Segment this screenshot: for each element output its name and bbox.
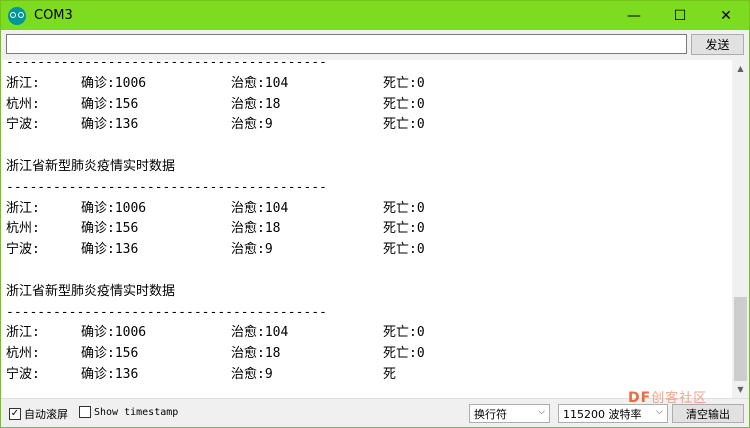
- output-separator: ----------------------------------------…: [6, 304, 327, 320]
- confirmed-cell: 确诊:136: [81, 242, 139, 258]
- confirmed-cell: 确诊:1006: [81, 200, 147, 216]
- output-data-row: 杭州: 确诊:156 治愈:18 死亡:0: [6, 95, 726, 116]
- recovered-cell: 治愈:9: [231, 366, 273, 382]
- deaths-cell: 死: [383, 366, 397, 382]
- region-cell: 杭州:: [6, 96, 40, 112]
- clear-output-button[interactable]: 清空输出: [672, 404, 744, 423]
- line-ending-select[interactable]: 换行符 ⌵: [469, 404, 550, 423]
- region-cell: 杭州:: [6, 346, 40, 362]
- region-cell: 宁波:: [6, 242, 40, 258]
- output-data-row: 杭州: 确诊:156 治愈:18 死亡:0: [6, 219, 726, 240]
- output-blank-line: [6, 136, 726, 157]
- output-separator: ----------------------------------------…: [6, 60, 327, 70]
- send-bar: 发送: [1, 30, 749, 60]
- confirmed-cell: 确诊:156: [81, 346, 139, 362]
- timestamp-checkbox[interactable]: [79, 406, 91, 418]
- region-cell: 浙江:: [6, 325, 40, 341]
- region-cell: 宁波:: [6, 366, 40, 382]
- output-separator: ----------------------------------------…: [6, 179, 327, 195]
- autoscroll-label: 自动滚屏: [24, 408, 68, 421]
- recovered-cell: 治愈:104: [231, 200, 289, 216]
- minimize-button[interactable]: —: [611, 1, 657, 30]
- autoscroll-checkbox[interactable]: ✓: [9, 408, 21, 420]
- timestamp-toggle[interactable]: Show timestamp: [79, 406, 178, 418]
- confirmed-cell: 确诊:156: [81, 96, 139, 112]
- baud-rate-value: 115200 波特率: [563, 407, 642, 421]
- confirmed-cell: 确诊:136: [81, 117, 139, 133]
- serial-monitor-window: COM3 — ☐ ✕ 发送 --------------------------…: [0, 0, 750, 428]
- watermark-logo: DF创客社区: [628, 387, 707, 406]
- output-data-row: 杭州: 确诊:156 治愈:18 死亡:0: [6, 344, 726, 365]
- scroll-down-arrow-icon[interactable]: ▼: [732, 381, 749, 398]
- timestamp-label: Show timestamp: [94, 406, 179, 418]
- deaths-cell: 死亡:0: [383, 325, 425, 341]
- output-data-row: 宁波: 确诊:136 治愈:9 死: [6, 365, 726, 386]
- output-heading: 浙江省新型肺炎疫情实时数据: [6, 158, 176, 174]
- send-button[interactable]: 发送: [691, 34, 744, 55]
- output-data-row: 浙江: 确诊:1006 治愈:104 死亡:0: [6, 74, 726, 95]
- output-data-row: 宁波: 确诊:136 治愈:9 死亡:0: [6, 115, 726, 136]
- send-input[interactable]: [6, 34, 687, 54]
- baud-rate-select[interactable]: 115200 波特率 ⌵: [558, 404, 668, 423]
- serial-output-lines: ----------------------------------------…: [6, 60, 726, 386]
- confirmed-cell: 确诊:1006: [81, 75, 147, 91]
- recovered-cell: 治愈:18: [231, 221, 281, 237]
- title-bar[interactable]: COM3 — ☐ ✕: [1, 1, 749, 30]
- scrollbar-thumb[interactable]: [734, 297, 747, 381]
- serial-output[interactable]: ----------------------------------------…: [1, 60, 732, 398]
- line-ending-value: 换行符: [474, 407, 507, 421]
- region-cell: 杭州:: [6, 221, 40, 237]
- deaths-cell: 死亡:0: [383, 75, 425, 91]
- deaths-cell: 死亡:0: [383, 200, 425, 216]
- deaths-cell: 死亡:0: [383, 242, 425, 258]
- window-controls: — ☐ ✕: [611, 1, 749, 30]
- arduino-logo-icon: [8, 6, 26, 25]
- confirmed-cell: 确诊:1006: [81, 325, 147, 341]
- region-cell: 浙江:: [6, 75, 40, 91]
- output-heading: 浙江省新型肺炎疫情实时数据: [6, 283, 176, 299]
- window-title: COM3: [34, 8, 73, 23]
- deaths-cell: 死亡:0: [383, 96, 425, 112]
- deaths-cell: 死亡:0: [383, 117, 425, 133]
- output-blank-line: [6, 261, 726, 282]
- output-data-row: 宁波: 确诊:136 治愈:9 死亡:0: [6, 240, 726, 261]
- chevron-down-icon: ⌵: [538, 407, 545, 417]
- chevron-down-icon: ⌵: [656, 407, 663, 417]
- recovered-cell: 治愈:104: [231, 75, 289, 91]
- autoscroll-toggle[interactable]: ✓ 自动滚屏: [9, 406, 68, 422]
- scroll-up-arrow-icon[interactable]: ▲: [732, 60, 749, 77]
- recovered-cell: 治愈:9: [231, 117, 273, 133]
- output-scrollbar[interactable]: ▲ ▼: [732, 60, 749, 398]
- output-data-row: 浙江: 确诊:1006 治愈:104 死亡:0: [6, 199, 726, 220]
- deaths-cell: 死亡:0: [383, 346, 425, 362]
- confirmed-cell: 确诊:136: [81, 366, 139, 382]
- maximize-button[interactable]: ☐: [657, 1, 703, 30]
- recovered-cell: 治愈:9: [231, 242, 273, 258]
- recovered-cell: 治愈:18: [231, 96, 281, 112]
- region-cell: 浙江:: [6, 200, 40, 216]
- watermark-text: 创客社区: [651, 391, 708, 406]
- watermark-brand: DF: [628, 390, 652, 406]
- recovered-cell: 治愈:18: [231, 346, 281, 362]
- close-button[interactable]: ✕: [703, 1, 749, 30]
- deaths-cell: 死亡:0: [383, 221, 425, 237]
- region-cell: 宁波:: [6, 117, 40, 133]
- confirmed-cell: 确诊:156: [81, 221, 139, 237]
- output-data-row: 浙江: 确诊:1006 治愈:104 死亡:0: [6, 323, 726, 344]
- recovered-cell: 治愈:104: [231, 325, 289, 341]
